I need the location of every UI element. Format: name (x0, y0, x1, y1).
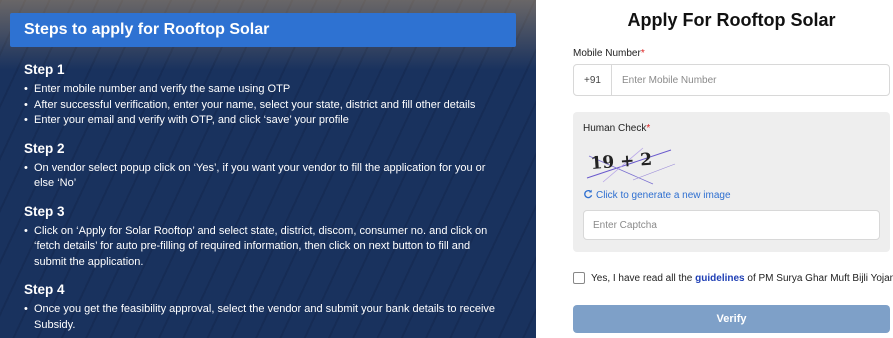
step-block: Step 3 Click on ‘Apply for Solar Rooftop… (24, 204, 504, 271)
steps-panel: Steps to apply for Rooftop Solar Step 1 … (0, 0, 536, 338)
steps-header: Steps to apply for Rooftop Solar (10, 13, 516, 47)
consent-checkbox[interactable] (573, 272, 585, 284)
human-check-label: Human Check* (583, 123, 650, 134)
step-title: Step 4 (24, 282, 65, 297)
consent-suffix: of PM Surya Ghar Muft Bijli Yojana. (744, 272, 893, 284)
human-check-label-text: Human Check (583, 123, 647, 134)
step-block: Step 2 On vendor select popup click on ‘… (24, 141, 504, 192)
refresh-captcha-link[interactable]: Click to generate a new image (583, 189, 731, 202)
verify-button[interactable]: Verify (573, 305, 890, 333)
step-item: Once you get the feasibility approval, s… (24, 302, 504, 333)
form-title: Apply For Rooftop Solar (627, 10, 836, 30)
consent-text: Yes, I have read all the guidelines of P… (591, 273, 893, 284)
step-list: On vendor select popup click on ‘Yes’, i… (24, 161, 504, 192)
steps-body: Step 1 Enter mobile number and verify th… (24, 62, 504, 338)
captcha-text: 19 + 2 (590, 150, 653, 174)
required-mark: * (646, 123, 651, 134)
required-mark: * (640, 48, 645, 59)
step-list: Once you get the feasibility approval, s… (24, 302, 504, 333)
step-list: Enter mobile number and verify the same … (24, 82, 504, 129)
step-title: Step 3 (24, 203, 65, 219)
country-code-prefix: +91 (574, 65, 612, 95)
step-item: Enter your email and verify with OTP, an… (24, 113, 504, 129)
guidelines-link[interactable]: guidelines (695, 273, 744, 284)
mobile-number-input[interactable] (612, 65, 889, 95)
mobile-input-group: +91 (573, 64, 890, 96)
refresh-icon (583, 189, 593, 202)
step-title: Step 2 (24, 140, 65, 156)
consent-prefix: Yes, I have read all the (591, 272, 696, 284)
step-title: Step 1 (24, 62, 65, 77)
step-item: After successful verification, enter you… (24, 98, 504, 114)
step-list: Click on ‘Apply for Solar Rooftop’ and s… (24, 224, 504, 271)
step-item: Enter mobile number and verify the same … (24, 82, 504, 98)
human-check-box: Human Check* 19 + 2 Click to generate a … (573, 112, 890, 252)
captcha-input[interactable] (583, 210, 880, 240)
mobile-label-text: Mobile Number (573, 48, 641, 59)
apply-form: Apply For Rooftop Solar Mobile Number* +… (560, 0, 893, 338)
step-item: Click on ‘Apply for Solar Rooftop’ and s… (24, 224, 504, 271)
step-block: Step 1 Enter mobile number and verify th… (24, 62, 504, 129)
step-item: On vendor select popup click on ‘Yes’, i… (24, 161, 504, 192)
refresh-captcha-label: Click to generate a new image (596, 190, 731, 201)
consent-row: Yes, I have read all the guidelines of P… (573, 272, 893, 284)
step-block: Step 4 Once you get the feasibility appr… (24, 282, 504, 333)
captcha-image: 19 + 2 (583, 144, 678, 186)
mobile-number-label: Mobile Number* (573, 48, 645, 59)
